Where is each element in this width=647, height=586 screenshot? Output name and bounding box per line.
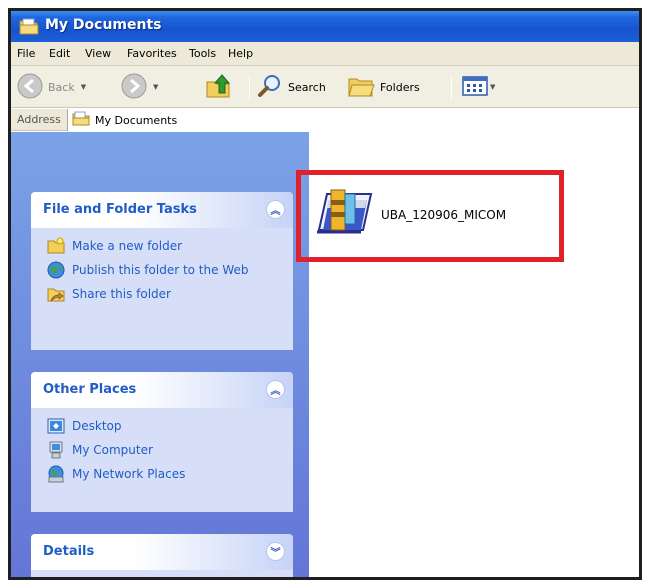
views-button[interactable]: ▼: [461, 74, 495, 100]
panel-title: File and Folder Tasks: [43, 202, 197, 217]
toolbar-separator: [451, 76, 452, 100]
new-folder-icon: [47, 237, 65, 255]
up-folder-icon: [205, 73, 233, 102]
folders-icon: [347, 74, 375, 101]
address-bar: Address My Documents: [11, 109, 639, 131]
collapse-chevron-icon[interactable]: ︽: [266, 380, 285, 399]
address-label: Address: [17, 113, 61, 126]
address-value: My Documents: [95, 113, 178, 127]
task-make-new-folder[interactable]: Make a new folder: [31, 234, 293, 258]
details-header[interactable]: Details ︾: [31, 534, 293, 570]
search-label: Search: [288, 80, 326, 94]
panel-title: Other Places: [43, 382, 137, 397]
search-icon: [257, 73, 283, 102]
explorer-window: My Documents File Edit View Favorites To…: [8, 8, 642, 580]
collapse-chevron-icon[interactable]: ︽: [266, 200, 285, 219]
menu-bar: File Edit View Favorites Tools Help: [11, 42, 639, 66]
menu-file[interactable]: File: [17, 47, 35, 60]
menu-help[interactable]: Help: [228, 47, 253, 60]
search-button[interactable]: Search: [257, 74, 326, 100]
details-panel: Details ︾: [31, 534, 293, 577]
my-computer-icon: [47, 441, 65, 459]
share-folder-icon: [47, 285, 65, 303]
other-places-header[interactable]: Other Places ︽: [31, 372, 293, 408]
title-bar[interactable]: My Documents: [11, 11, 639, 42]
place-my-computer[interactable]: My Computer: [31, 438, 293, 462]
forward-arrow-icon: [121, 73, 147, 102]
back-button[interactable]: Back ▼: [17, 73, 86, 102]
panel-title: Details: [43, 544, 95, 559]
folder-icon: [72, 111, 90, 129]
folders-button[interactable]: Folders: [347, 74, 420, 100]
place-desktop[interactable]: Desktop: [31, 414, 293, 438]
back-label: Back: [48, 80, 75, 94]
address-input[interactable]: My Documents: [67, 109, 639, 131]
toolbar: Back ▼ ▼ Search Folders ▼: [11, 66, 639, 108]
highlight-box: [296, 170, 564, 262]
expand-chevron-icon[interactable]: ︾: [266, 542, 285, 561]
menu-view[interactable]: View: [85, 47, 111, 60]
forward-button[interactable]: ▼: [121, 73, 158, 102]
back-arrow-icon: [17, 73, 43, 102]
task-publish-folder[interactable]: Publish this folder to the Web: [31, 258, 293, 282]
up-folder-button[interactable]: [205, 73, 233, 102]
network-places-icon: [47, 465, 65, 483]
menu-tools[interactable]: Tools: [189, 47, 216, 60]
task-share-folder[interactable]: Share this folder: [31, 282, 293, 306]
file-folder-tasks-panel: File and Folder Tasks ︽ Make a new folde…: [31, 192, 293, 350]
menu-favorites[interactable]: Favorites: [127, 47, 177, 60]
place-my-network-places[interactable]: My Network Places: [31, 462, 293, 486]
window-title: My Documents: [45, 17, 162, 33]
toolbar-separator: [249, 76, 250, 100]
other-places-panel: Other Places ︽ Desktop My Computer My Ne…: [31, 372, 293, 512]
task-pane: File and Folder Tasks ︽ Make a new folde…: [11, 132, 309, 577]
desktop-icon: [47, 417, 65, 435]
file-folder-tasks-header[interactable]: File and Folder Tasks ︽: [31, 192, 293, 228]
folder-icon: [19, 18, 39, 38]
forward-dropdown-icon[interactable]: ▼: [153, 83, 158, 91]
views-icon: [461, 74, 489, 101]
folders-label: Folders: [380, 80, 420, 94]
globe-icon: [47, 261, 65, 279]
back-dropdown-icon[interactable]: ▼: [81, 83, 86, 91]
views-dropdown-icon[interactable]: ▼: [490, 83, 495, 91]
menu-edit[interactable]: Edit: [49, 47, 70, 60]
